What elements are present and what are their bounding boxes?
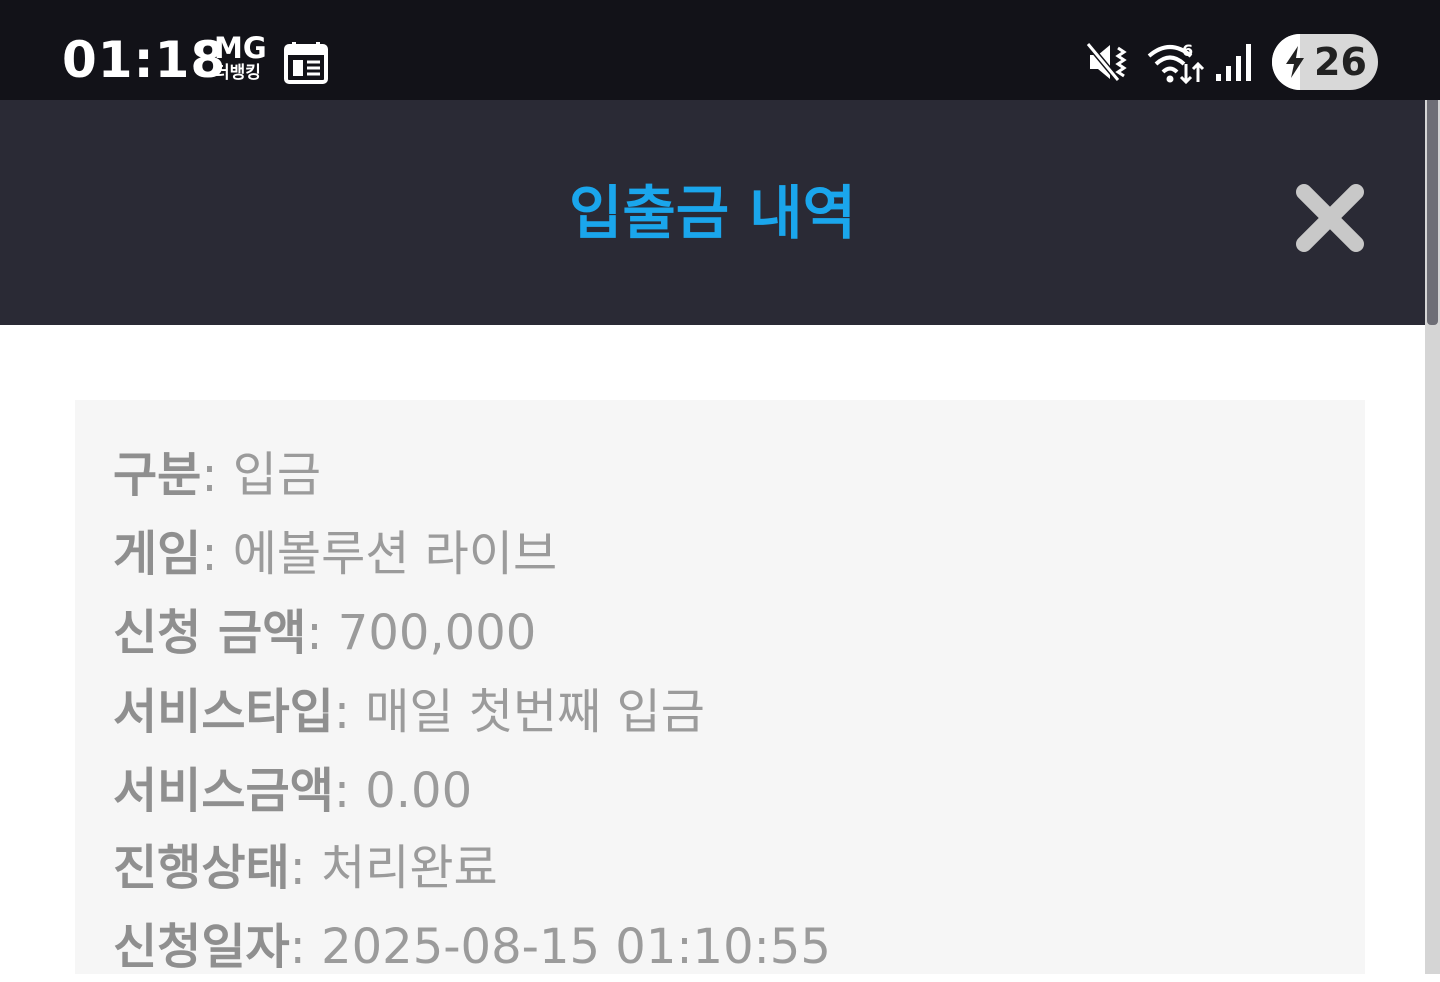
detail-value: 처리완료 bbox=[321, 840, 498, 896]
detail-value: 매일 첫번째 입금 bbox=[365, 684, 705, 740]
carrier-line-2: 더뱅킹 bbox=[214, 63, 261, 83]
carrier-label: MG 더뱅킹 bbox=[214, 34, 274, 82]
scrollbar-thumb[interactable] bbox=[1427, 100, 1438, 325]
calendar-icon bbox=[284, 42, 328, 88]
detail-label: 서비스금액 bbox=[113, 763, 334, 819]
detail-label: 구분 bbox=[113, 447, 202, 503]
svg-text:6: 6 bbox=[1182, 41, 1193, 60]
detail-value: 에볼루션 라이브 bbox=[232, 526, 558, 582]
battery-indicator: 26 bbox=[1272, 34, 1378, 90]
status-bar: 01:18 MG 더뱅킹 6 26 bbox=[0, 0, 1440, 100]
battery-percentage: 26 bbox=[1314, 40, 1367, 84]
detail-row-game: 게임: 에볼루션 라이브 bbox=[113, 526, 558, 582]
scrollbar[interactable] bbox=[1425, 100, 1440, 974]
detail-label: 게임 bbox=[113, 526, 202, 582]
detail-label: 신청 금액 bbox=[113, 605, 307, 661]
modal-header: 입출금 내역 bbox=[0, 100, 1425, 325]
detail-row-type: 구분: 입금 bbox=[113, 447, 322, 503]
detail-value: 700,000 bbox=[337, 605, 537, 661]
wifi-6-icon: 6 bbox=[1146, 38, 1206, 90]
detail-row-status: 진행상태: 처리완료 bbox=[113, 840, 498, 896]
status-clock: 01:18 bbox=[62, 31, 227, 89]
modal-title: 입출금 내역 bbox=[569, 179, 856, 247]
detail-label: 신청일자 bbox=[113, 919, 290, 975]
carrier-line-1: MG bbox=[214, 31, 267, 65]
cell-signal-icon bbox=[1214, 42, 1254, 86]
close-icon bbox=[1296, 184, 1364, 252]
vibrate-mute-icon bbox=[1085, 42, 1130, 86]
detail-label: 서비스타입 bbox=[113, 684, 334, 740]
close-button[interactable] bbox=[1292, 180, 1368, 256]
detail-row-service-type: 서비스타입: 매일 첫번째 입금 bbox=[113, 684, 705, 740]
detail-row-service-amount: 서비스금액: 0.00 bbox=[113, 763, 473, 819]
detail-value: 입금 bbox=[232, 447, 322, 503]
detail-row-amount: 신청 금액: 700,000 bbox=[113, 605, 537, 661]
detail-value: 0.00 bbox=[365, 763, 473, 819]
charging-bolt-icon bbox=[1284, 46, 1306, 82]
detail-row-request-date: 신청일자: 2025-08-15 01:10:55 bbox=[113, 919, 831, 975]
transaction-detail-panel: 구분: 입금 게임: 에볼루션 라이브 신청 금액: 700,000 서비스타입… bbox=[75, 400, 1365, 975]
detail-label: 진행상태 bbox=[113, 840, 290, 896]
detail-value: 2025-08-15 01:10:55 bbox=[321, 919, 831, 975]
